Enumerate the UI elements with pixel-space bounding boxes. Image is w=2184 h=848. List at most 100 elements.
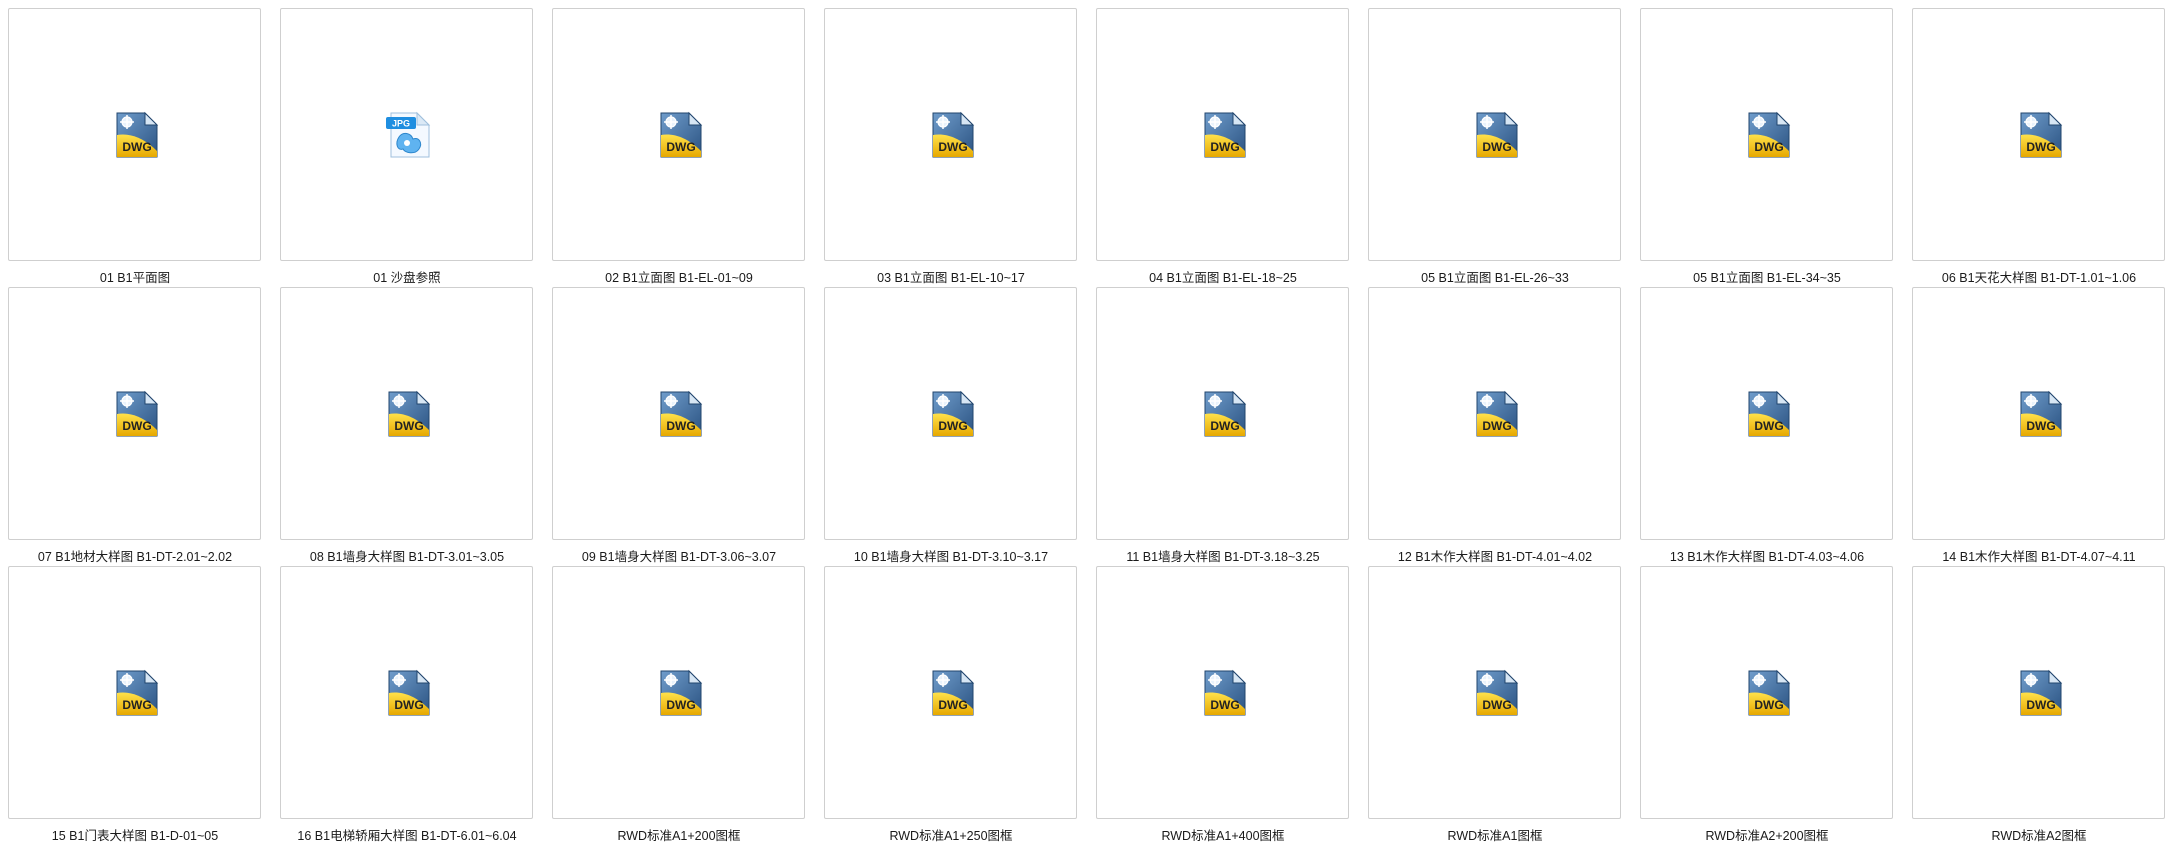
file-thumbnail[interactable]: DWG [280, 287, 533, 540]
file-thumbnail[interactable]: DWG [8, 8, 261, 261]
file-item[interactable]: DWG 14 B1木作大样图 B1-DT-4.07~4.11 [1912, 287, 2172, 569]
file-name-label[interactable]: 11 B1墙身大样图 B1-DT-3.18~3.25 [1088, 546, 1358, 565]
dwg-file-icon: DWG [1745, 390, 1791, 438]
file-item[interactable]: DWG RWD标准A1+250图框 [824, 566, 1084, 848]
dwg-file-icon: DWG [1201, 111, 1247, 159]
file-item[interactable]: DWG RWD标准A1+400图框 [1096, 566, 1356, 848]
file-item[interactable]: DWG RWD标准A1+200图框 [552, 566, 812, 848]
file-name-label[interactable]: RWD标准A2图框 [1904, 825, 2174, 844]
file-name-label[interactable]: RWD标准A2+200图框 [1632, 825, 1902, 844]
file-thumbnail[interactable]: DWG [8, 287, 261, 540]
file-thumbnail[interactable]: DWG [1912, 8, 2165, 261]
file-item[interactable]: DWG 16 B1电梯轿厢大样图 B1-DT-6.01~6.04 [280, 566, 540, 848]
file-item[interactable]: DWG 04 B1立面图 B1-EL-18~25 [1096, 8, 1356, 290]
file-name-label[interactable]: 04 B1立面图 B1-EL-18~25 [1088, 267, 1358, 286]
svg-text:DWG: DWG [1482, 140, 1511, 154]
file-thumbnail[interactable]: DWG [1368, 8, 1621, 261]
svg-text:DWG: DWG [1754, 419, 1783, 433]
file-item[interactable]: DWG 13 B1木作大样图 B1-DT-4.03~4.06 [1640, 287, 1900, 569]
dwg-file-icon: DWG [2017, 111, 2063, 159]
svg-text:DWG: DWG [2026, 419, 2055, 433]
svg-text:DWG: DWG [1210, 419, 1239, 433]
file-name-label[interactable]: RWD标准A1+200图框 [544, 825, 814, 844]
svg-text:DWG: DWG [666, 698, 695, 712]
file-item[interactable]: DWG 05 B1立面图 B1-EL-34~35 [1640, 8, 1900, 290]
file-thumbnail[interactable]: DWG [824, 287, 1077, 540]
file-item[interactable]: DWG 08 B1墙身大样图 B1-DT-3.01~3.05 [280, 287, 540, 569]
file-name-label[interactable]: 15 B1门表大样图 B1-D-01~05 [0, 825, 270, 844]
file-item[interactable]: DWG 06 B1天花大样图 B1-DT-1.01~1.06 [1912, 8, 2172, 290]
svg-text:DWG: DWG [1754, 140, 1783, 154]
file-thumbnail[interactable]: DWG [1096, 566, 1349, 819]
svg-text:DWG: DWG [2026, 140, 2055, 154]
file-thumbnail[interactable]: DWG [824, 566, 1077, 819]
file-name-label[interactable]: 06 B1天花大样图 B1-DT-1.01~1.06 [1904, 267, 2174, 286]
file-thumbnail[interactable]: DWG [1096, 8, 1349, 261]
file-name-label[interactable]: 12 B1木作大样图 B1-DT-4.01~4.02 [1360, 546, 1630, 565]
file-thumbnail[interactable]: DWG [1368, 287, 1621, 540]
file-item[interactable]: DWG 09 B1墙身大样图 B1-DT-3.06~3.07 [552, 287, 812, 569]
file-name-label[interactable]: RWD标准A1图框 [1360, 825, 1630, 844]
file-name-label[interactable]: 05 B1立面图 B1-EL-26~33 [1360, 267, 1630, 286]
file-name-label[interactable]: 16 B1电梯轿厢大样图 B1-DT-6.01~6.04 [272, 825, 542, 844]
file-thumbnail[interactable]: DWG [1640, 8, 1893, 261]
file-item[interactable]: DWG 10 B1墙身大样图 B1-DT-3.10~3.17 [824, 287, 1084, 569]
file-name-label[interactable]: RWD标准A1+250图框 [816, 825, 1086, 844]
file-item[interactable]: DWG 02 B1立面图 B1-EL-01~09 [552, 8, 812, 290]
file-thumbnail[interactable]: DWG [1640, 287, 1893, 540]
jpg-file-icon: JPG [385, 111, 431, 159]
file-thumbnail[interactable]: DWG [1368, 566, 1621, 819]
file-thumbnail[interactable]: DWG [1912, 566, 2165, 819]
file-name-label[interactable]: 01 沙盘参照 [272, 267, 542, 286]
svg-text:JPG: JPG [392, 119, 410, 129]
file-thumbnail[interactable]: DWG [1912, 287, 2165, 540]
file-name-label[interactable]: 10 B1墙身大样图 B1-DT-3.10~3.17 [816, 546, 1086, 565]
file-name-label[interactable]: 13 B1木作大样图 B1-DT-4.03~4.06 [1632, 546, 1902, 565]
file-thumbnail[interactable]: DWG [1640, 566, 1893, 819]
file-thumbnail[interactable]: DWG [8, 566, 261, 819]
svg-text:DWG: DWG [1754, 698, 1783, 712]
file-thumbnail[interactable]: DWG [552, 8, 805, 261]
svg-text:DWG: DWG [938, 698, 967, 712]
file-item[interactable]: DWG 05 B1立面图 B1-EL-26~33 [1368, 8, 1628, 290]
svg-text:DWG: DWG [1482, 419, 1511, 433]
dwg-file-icon: DWG [385, 390, 431, 438]
file-item[interactable]: DWG 03 B1立面图 B1-EL-10~17 [824, 8, 1084, 290]
file-name-label[interactable]: RWD标准A1+400图框 [1088, 825, 1358, 844]
dwg-file-icon: DWG [385, 669, 431, 717]
svg-text:DWG: DWG [2026, 698, 2055, 712]
file-item[interactable]: DWG 11 B1墙身大样图 B1-DT-3.18~3.25 [1096, 287, 1356, 569]
file-name-label[interactable]: 07 B1地材大样图 B1-DT-2.01~2.02 [0, 546, 270, 565]
file-name-label[interactable]: 03 B1立面图 B1-EL-10~17 [816, 267, 1086, 286]
file-item[interactable]: DWG 12 B1木作大样图 B1-DT-4.01~4.02 [1368, 287, 1628, 569]
file-item[interactable]: JPG 01 沙盘参照 [280, 8, 540, 290]
file-item[interactable]: DWG 15 B1门表大样图 B1-D-01~05 [8, 566, 268, 848]
file-name-label[interactable]: 09 B1墙身大样图 B1-DT-3.06~3.07 [544, 546, 814, 565]
svg-text:DWG: DWG [1482, 698, 1511, 712]
file-name-label[interactable]: 01 B1平面图 [0, 267, 270, 286]
dwg-file-icon: DWG [657, 669, 703, 717]
file-thumbnail[interactable]: DWG [1096, 287, 1349, 540]
svg-text:DWG: DWG [1210, 140, 1239, 154]
svg-text:DWG: DWG [1210, 698, 1239, 712]
file-name-label[interactable]: 14 B1木作大样图 B1-DT-4.07~4.11 [1904, 546, 2174, 565]
file-thumbnail[interactable]: JPG [280, 8, 533, 261]
file-item[interactable]: DWG RWD标准A2图框 [1912, 566, 2172, 848]
file-item[interactable]: DWG RWD标准A1图框 [1368, 566, 1628, 848]
dwg-file-icon: DWG [1745, 111, 1791, 159]
svg-text:DWG: DWG [394, 419, 423, 433]
dwg-file-icon: DWG [1473, 669, 1519, 717]
file-name-label[interactable]: 05 B1立面图 B1-EL-34~35 [1632, 267, 1902, 286]
file-name-label[interactable]: 02 B1立面图 B1-EL-01~09 [544, 267, 814, 286]
svg-text:DWG: DWG [122, 419, 151, 433]
file-thumbnail[interactable]: DWG [552, 287, 805, 540]
dwg-file-icon: DWG [2017, 390, 2063, 438]
file-thumbnail[interactable]: DWG [280, 566, 533, 819]
file-item[interactable]: DWG RWD标准A2+200图框 [1640, 566, 1900, 848]
file-name-label[interactable]: 08 B1墙身大样图 B1-DT-3.01~3.05 [272, 546, 542, 565]
file-thumbnail[interactable]: DWG [552, 566, 805, 819]
file-item[interactable]: DWG 07 B1地材大样图 B1-DT-2.01~2.02 [8, 287, 268, 569]
file-item[interactable]: DWG 01 B1平面图 [8, 8, 268, 290]
file-thumbnail[interactable]: DWG [824, 8, 1077, 261]
svg-text:DWG: DWG [394, 698, 423, 712]
